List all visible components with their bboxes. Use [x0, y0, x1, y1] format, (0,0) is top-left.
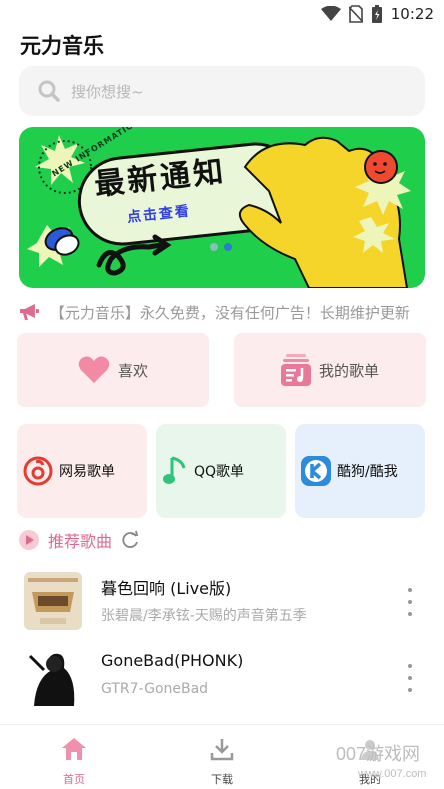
- download-icon: [210, 739, 234, 761]
- wifi-icon: [320, 6, 341, 21]
- carousel-dot[interactable]: [210, 243, 218, 251]
- status-time: 10:22: [390, 5, 434, 23]
- my-playlists-label: 我的歌单: [318, 361, 379, 380]
- kugou-label: 酷狗/酷我: [337, 464, 398, 480]
- favorites-label: 喜欢: [117, 361, 148, 380]
- qq-music-icon: [163, 456, 186, 484]
- album-art: [24, 648, 82, 706]
- qq-label: QQ歌单: [194, 464, 245, 480]
- kugou-icon: [301, 456, 331, 486]
- search-placeholder: 搜你想搜~: [71, 82, 144, 101]
- netease-icon: [23, 456, 53, 486]
- play-circle-icon: [19, 530, 39, 550]
- favorites-button[interactable]: 喜欢: [17, 333, 209, 407]
- song-cover: [24, 648, 82, 706]
- netease-playlist-button[interactable]: 网易歌单: [17, 424, 147, 518]
- netease-label: 网易歌单: [59, 464, 115, 480]
- carousel-dots: [210, 243, 232, 251]
- home-icon: [62, 738, 86, 760]
- recommended-header: 推荐歌曲: [18, 528, 140, 552]
- recommended-title: 推荐歌曲: [48, 532, 113, 551]
- search-input[interactable]: 搜你想搜~: [19, 66, 425, 116]
- nav-home-label: 首页: [63, 773, 85, 786]
- nav-download-label: 下载: [211, 773, 233, 786]
- carousel-dot-active[interactable]: [224, 243, 232, 251]
- battery-icon: [371, 5, 382, 23]
- kugou-playlist-button[interactable]: 酷狗/酷我: [295, 424, 425, 518]
- album-art: [24, 572, 82, 630]
- watermark-url: www.007.com: [358, 768, 427, 780]
- notice-marquee: 【元力音乐】永久免费，没有任何广告！长期维护更新: [18, 299, 428, 325]
- song-row[interactable]: 暮色回响 (Live版) 张碧晨/李承铉-天赐的声音第五季: [0, 572, 444, 648]
- song-row[interactable]: GoneBad(PHONK) GTR7-GoneBad: [0, 648, 444, 724]
- song-title: GoneBad(PHONK): [101, 651, 244, 670]
- notice-text: 【元力音乐】永久免费，没有任何广告！长期维护更新: [49, 303, 410, 322]
- app-title: 元力音乐: [20, 34, 104, 58]
- qq-playlist-button[interactable]: QQ歌单: [156, 424, 286, 518]
- nav-home[interactable]: 首页: [34, 737, 114, 787]
- status-bar: 10:22: [0, 0, 444, 30]
- playlist-icon: [280, 354, 311, 386]
- song-cover: [24, 572, 82, 630]
- my-playlists-button[interactable]: 我的歌单: [234, 333, 426, 407]
- megaphone-icon: [19, 304, 39, 320]
- status-icons: 10:22: [320, 4, 434, 24]
- refresh-icon[interactable]: [120, 530, 140, 550]
- song-title: 暮色回响 (Live版): [101, 579, 232, 598]
- more-options-icon[interactable]: [404, 664, 416, 692]
- search-icon: [38, 80, 60, 102]
- heart-icon: [78, 356, 110, 383]
- watermark: 007游戏网: [336, 744, 421, 764]
- song-artist: GTR7-GoneBad: [101, 681, 209, 697]
- no-sim-icon: [348, 5, 363, 23]
- song-artist: 张碧晨/李承铉-天赐的声音第五季: [101, 608, 307, 624]
- more-options-icon[interactable]: [404, 588, 416, 616]
- nav-download[interactable]: 下载: [182, 737, 262, 787]
